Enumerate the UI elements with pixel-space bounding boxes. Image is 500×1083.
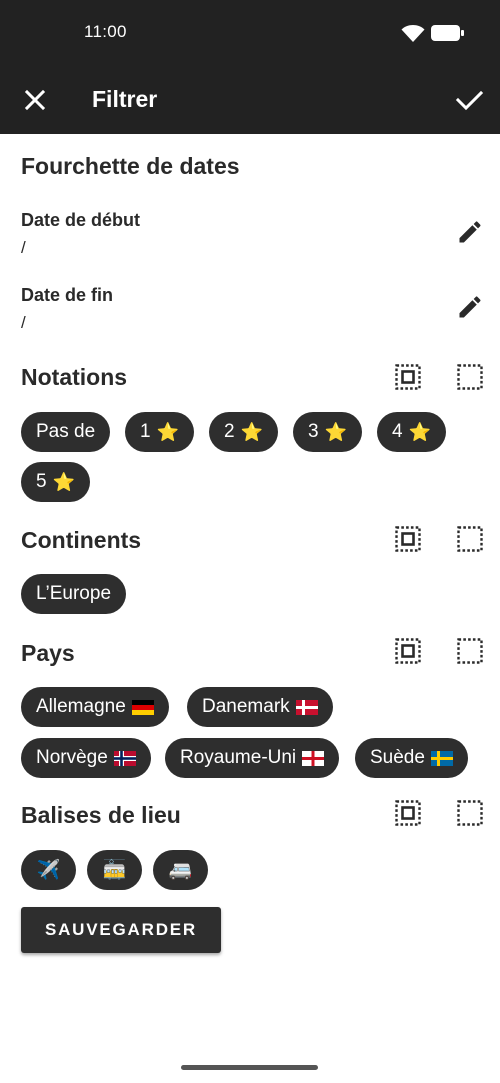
deselect-all-place-tags-icon[interactable] (457, 800, 483, 826)
wifi-icon (401, 25, 425, 42)
star-icon: ⭐ (324, 421, 347, 442)
country-chip-sweden[interactable]: Suède (355, 738, 468, 778)
close-icon[interactable] (20, 85, 50, 115)
place-tag-chip-airplane[interactable]: ✈️ (21, 850, 76, 890)
country-chip-norway[interactable]: Norvège (21, 738, 151, 778)
rating-chip-none[interactable]: Pas de (21, 412, 111, 452)
star-icon: ⭐ (240, 421, 263, 442)
country-chip-denmark[interactable]: Danemark (187, 687, 333, 727)
place-tags-title: Balises de lieu (21, 802, 181, 828)
country-chip-united-kingdom[interactable]: Royaume-Uni (165, 738, 340, 778)
status-bar: 11:00 (0, 0, 500, 66)
start-date-value: / (21, 238, 26, 257)
save-button[interactable]: SAUVEGARDER (21, 907, 221, 953)
star-icon: ⭐ (408, 421, 431, 442)
select-all-place-tags-icon[interactable] (395, 800, 421, 826)
start-date-label: Date de début (21, 210, 141, 230)
deselect-all-ratings-icon[interactable] (457, 364, 483, 390)
edit-end-date-icon[interactable] (456, 293, 484, 321)
place-tag-chip-tram[interactable]: 🚋 (87, 850, 142, 890)
sweden-flag-icon (430, 750, 453, 766)
status-time: 11:00 (84, 22, 127, 41)
deselect-all-countries-icon[interactable] (457, 638, 483, 664)
star-icon: ⭐ (156, 421, 179, 442)
check-icon[interactable] (453, 85, 485, 115)
airplane-icon: ✈️ (36, 860, 61, 881)
countries-title: Pays (21, 640, 75, 666)
app-bar: Filtrer (0, 66, 500, 134)
continents-title: Continents (21, 527, 142, 553)
page-title: Filtrer (92, 86, 158, 112)
rating-chip-2[interactable]: 2 ⭐ (209, 412, 278, 452)
deselect-all-continents-icon[interactable] (457, 526, 483, 552)
end-date-label: Date de fin (21, 285, 114, 305)
ratings-title: Notations (21, 364, 128, 390)
star-icon: ⭐ (52, 471, 75, 492)
date-range-title: Fourchette de dates (21, 153, 240, 179)
rating-chip-3[interactable]: 3 ⭐ (293, 412, 362, 452)
tram-icon: 🚋 (102, 860, 127, 881)
edit-start-date-icon[interactable] (456, 218, 484, 246)
rating-chip-4[interactable]: 4 ⭐ (377, 412, 446, 452)
place-tag-chip-minibus[interactable]: 🚐 (153, 850, 208, 890)
norway-flag-icon (113, 750, 136, 766)
gesture-nav-handle[interactable] (181, 1065, 318, 1070)
germany-flag-icon (131, 699, 154, 715)
rating-chip-1[interactable]: 1 ⭐ (125, 412, 194, 452)
denmark-flag-icon (295, 699, 318, 715)
select-all-ratings-icon[interactable] (395, 364, 421, 390)
end-date-value: / (21, 313, 26, 332)
select-all-countries-icon[interactable] (395, 638, 421, 664)
country-chip-germany[interactable]: Allemagne (21, 687, 169, 727)
rating-chip-5[interactable]: 5 ⭐ (21, 462, 90, 502)
continent-chip-europe[interactable]: L’Europe (21, 574, 127, 614)
battery-icon (431, 25, 464, 41)
england-flag-icon (302, 750, 325, 766)
minibus-icon: 🚐 (168, 860, 193, 881)
select-all-continents-icon[interactable] (395, 526, 421, 552)
